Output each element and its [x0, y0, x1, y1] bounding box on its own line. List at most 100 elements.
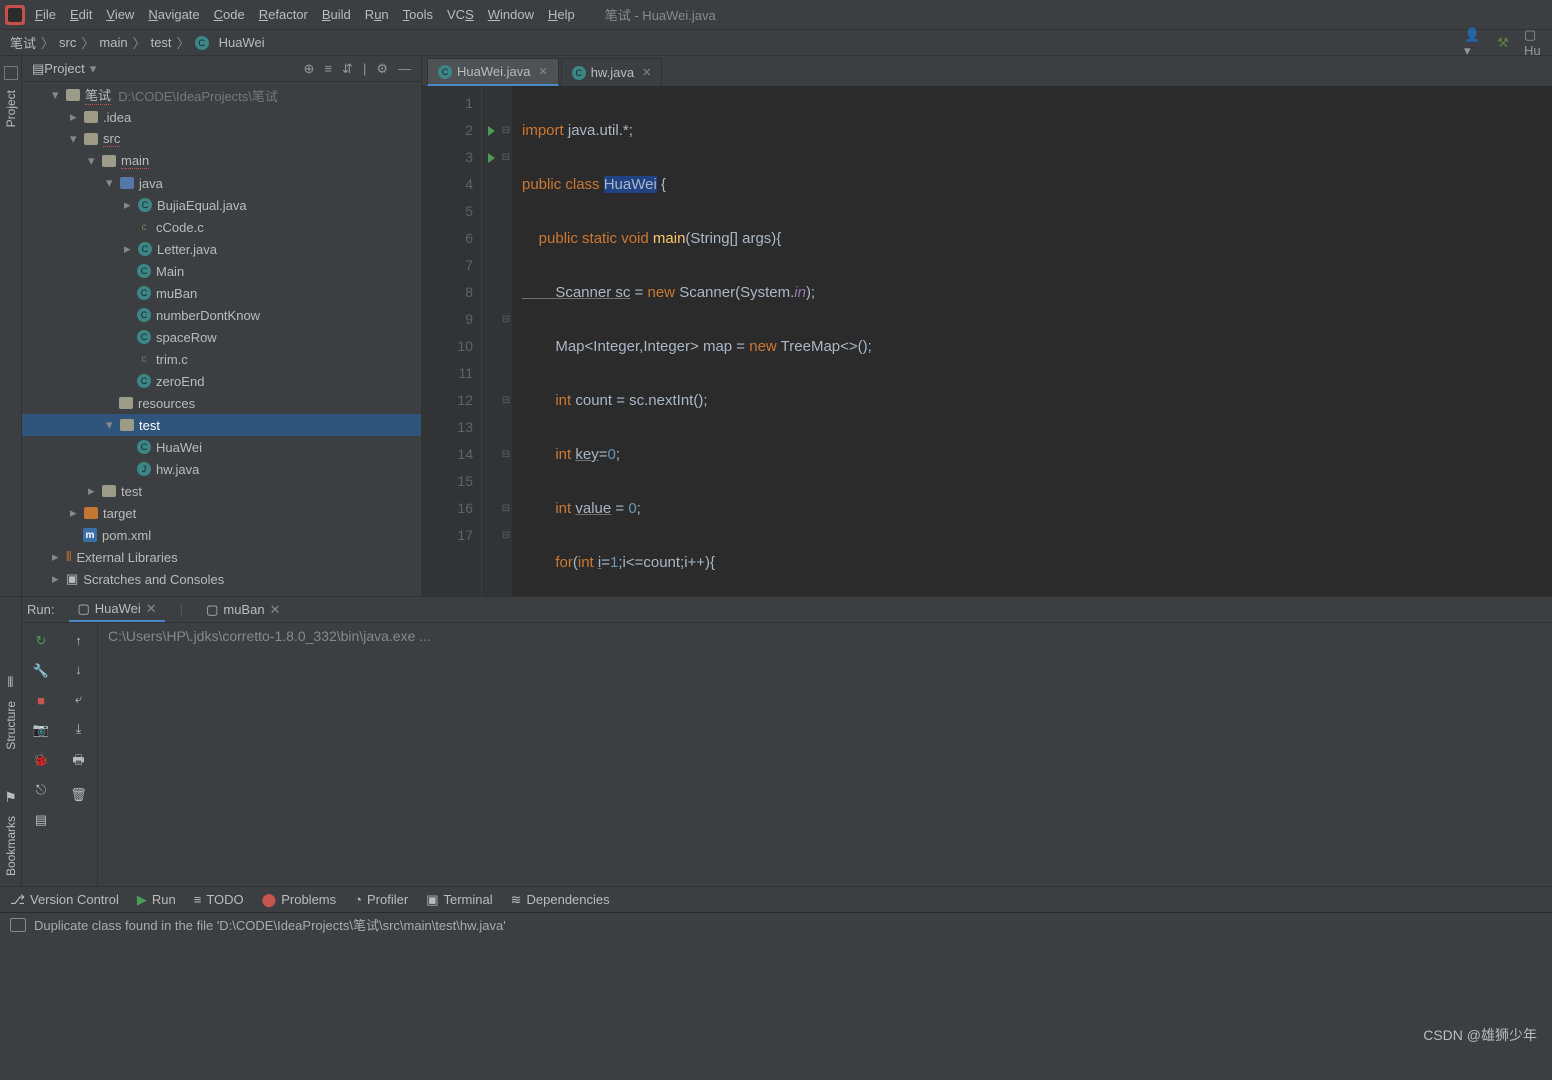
tree-ndk[interactable]: CnumberDontKnow: [22, 304, 421, 326]
left-tab-structure[interactable]: Structure: [2, 691, 20, 760]
watermark: CSDN @雄狮少年: [1423, 1025, 1537, 1045]
tree-idea[interactable]: ▸.idea: [22, 106, 421, 128]
menu-run[interactable]: Run: [365, 7, 389, 22]
bt-todo[interactable]: ≡TODO: [194, 892, 244, 907]
breadcrumb: 笔试〉 src〉 main〉 test〉 C HuaWei: [10, 33, 265, 52]
build-hammer-icon[interactable]: ⚒: [1494, 34, 1512, 52]
code-content[interactable]: import java.util.*; public class HuaWei …: [512, 86, 1552, 596]
run-class-icon[interactable]: [482, 117, 500, 144]
structure-tool-icon[interactable]: ⫴: [8, 674, 14, 691]
bookmarks-tool-icon[interactable]: ⚑: [4, 789, 17, 806]
close-tab-icon[interactable]: ✕: [538, 65, 547, 78]
exit-icon[interactable]: ⎋: [36, 782, 46, 798]
window-title: 笔试 - HuaWei.java: [605, 5, 716, 24]
tab-hw[interactable]: Chw.java✕: [561, 58, 663, 86]
close-tab-icon[interactable]: ✕: [642, 66, 651, 79]
left-tab-bookmarks[interactable]: Bookmarks: [2, 806, 20, 886]
editor-body[interactable]: 1234567891011121314151617 ⊟⊟⊟⊟⊟⊟⊟ import…: [422, 86, 1552, 596]
camera-icon[interactable]: 📷: [33, 722, 49, 738]
crumb-main[interactable]: main: [99, 35, 127, 50]
tree-spacerow[interactable]: CspaceRow: [22, 326, 421, 348]
bt-run[interactable]: ▶Run: [137, 892, 176, 908]
tree-hwjava[interactable]: Jhw.java: [22, 458, 421, 480]
menu-view[interactable]: View: [106, 7, 134, 22]
bt-profiler[interactable]: ◔Profiler: [354, 892, 408, 907]
tree-resources[interactable]: resources: [22, 392, 421, 414]
tree-ext-lib[interactable]: ▸⫴External Libraries: [22, 546, 421, 568]
tab-huawei[interactable]: CHuaWei.java✕: [427, 58, 559, 86]
tree-zeroend[interactable]: CzeroEnd: [22, 370, 421, 392]
user-add-icon[interactable]: 👤▾: [1464, 34, 1482, 52]
menu-help[interactable]: Help: [548, 7, 575, 22]
left-tab-project[interactable]: Project: [2, 80, 20, 137]
collapse-icon[interactable]: ⇵: [342, 61, 353, 77]
menu-vcs[interactable]: VCS: [447, 7, 474, 22]
trash-icon[interactable]: 🗑: [70, 787, 87, 803]
run-main-icon[interactable]: [482, 144, 500, 171]
up-icon[interactable]: ↑: [75, 633, 82, 648]
class-icon: C: [195, 36, 209, 50]
project-tree[interactable]: ▾笔试 D:\CODE\IdeaProjects\笔试 ▸.idea ▾src …: [22, 82, 421, 596]
stop-icon[interactable]: ■: [37, 693, 45, 708]
bug-icon[interactable]: 🐞: [33, 752, 49, 768]
menu-tools[interactable]: Tools: [403, 7, 433, 22]
tree-trimc[interactable]: ctrim.c: [22, 348, 421, 370]
down-icon[interactable]: ↓: [75, 662, 82, 677]
navbar: 笔试〉 src〉 main〉 test〉 C HuaWei 👤▾ ⚒ ▢ Hu: [0, 30, 1552, 56]
layout-icon[interactable]: ▤: [35, 812, 47, 828]
line-number-gutter: 1234567891011121314151617: [422, 86, 482, 596]
run-output[interactable]: C:\Users\HP\.jdks\corretto-1.8.0_332\bin…: [98, 623, 1552, 886]
run-tab-muban[interactable]: ▢muBan✕: [198, 599, 288, 621]
titlebar: File Edit View Navigate Code Refactor Bu…: [0, 0, 1552, 30]
tree-ccode[interactable]: ccCode.c: [22, 216, 421, 238]
tree-test-folder[interactable]: ▾test: [22, 414, 421, 436]
tree-scratches[interactable]: ▸▣Scratches and Consoles: [22, 568, 421, 590]
settings-icon[interactable]: ⚙: [376, 61, 388, 77]
run-config-icon[interactable]: ▢ Hu: [1524, 34, 1542, 52]
run-tab-huawei[interactable]: ▢HuaWei✕: [69, 598, 164, 622]
tree-target[interactable]: ▸target: [22, 502, 421, 524]
run-gutter: [482, 86, 500, 596]
tree-huawei[interactable]: CHuaWei: [22, 436, 421, 458]
wrench-icon[interactable]: 🔧: [33, 663, 49, 679]
crumb-test[interactable]: test: [151, 35, 172, 50]
crumb-src[interactable]: src: [59, 35, 76, 50]
bt-version-control[interactable]: ⎇Version Control: [10, 892, 119, 908]
scroll-icon[interactable]: ⤓: [76, 721, 82, 737]
project-view-dropdown[interactable]: [90, 61, 97, 77]
run-label: Run:: [27, 602, 54, 617]
expand-icon[interactable]: ≡: [324, 61, 332, 77]
tree-bujia[interactable]: ▸CBujiaEqual.java: [22, 194, 421, 216]
status-window-icon[interactable]: [10, 918, 26, 932]
menu-refactor[interactable]: Refactor: [259, 7, 308, 22]
crumb-project[interactable]: 笔试: [10, 33, 36, 52]
menu-code[interactable]: Code: [214, 7, 245, 22]
tree-src[interactable]: ▾src: [22, 128, 421, 150]
menu-edit[interactable]: Edit: [70, 7, 92, 22]
rerun-icon[interactable]: ↻: [36, 633, 47, 649]
print-icon[interactable]: 🖶: [72, 751, 84, 773]
bt-problems[interactable]: ⬤Problems: [262, 892, 336, 908]
project-tool-icon[interactable]: [4, 66, 18, 80]
tree-mainc[interactable]: CMain: [22, 260, 421, 282]
status-message: Duplicate class found in the file 'D:\CO…: [34, 915, 506, 934]
bt-terminal[interactable]: ▣Terminal: [426, 892, 492, 908]
panel-title[interactable]: Project: [44, 61, 84, 76]
menu-build[interactable]: Build: [322, 7, 351, 22]
minimize-icon[interactable]: —: [398, 61, 411, 77]
menu-navigate[interactable]: Navigate: [148, 7, 199, 22]
bt-dependencies[interactable]: ≋Dependencies: [511, 892, 610, 908]
menu-window[interactable]: Window: [488, 7, 534, 22]
crumb-file[interactable]: HuaWei: [219, 35, 265, 50]
wrap-icon[interactable]: ⤶: [75, 691, 82, 707]
tree-test2[interactable]: ▸test: [22, 480, 421, 502]
project-panel: ▤ Project ⊕ ≡ ⇵ | ⚙ — ▾笔试 D:\CODE\IdeaPr…: [22, 56, 422, 596]
tree-letter[interactable]: ▸CLetter.java: [22, 238, 421, 260]
tree-java[interactable]: ▾java: [22, 172, 421, 194]
locate-icon[interactable]: ⊕: [304, 61, 315, 77]
tree-pom[interactable]: mpom.xml: [22, 524, 421, 546]
tree-root[interactable]: ▾笔试 D:\CODE\IdeaProjects\笔试: [22, 84, 421, 106]
tree-main[interactable]: ▾main: [22, 150, 421, 172]
tree-muban[interactable]: CmuBan: [22, 282, 421, 304]
menu-file[interactable]: File: [35, 7, 56, 22]
